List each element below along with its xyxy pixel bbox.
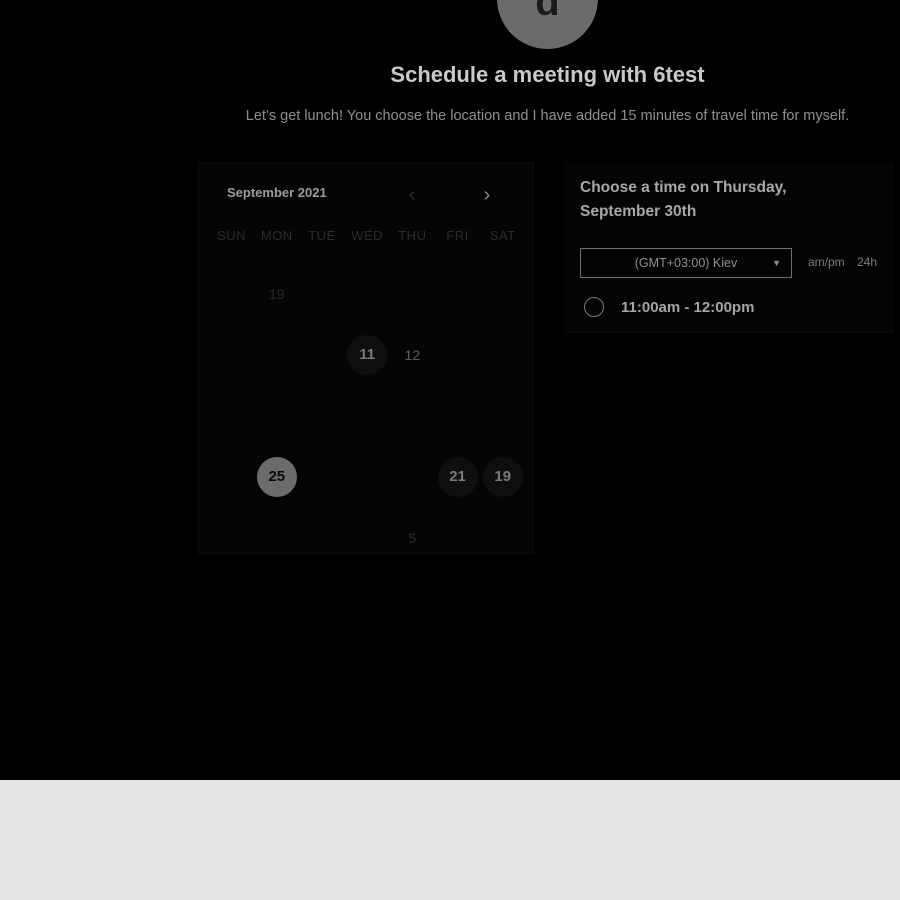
- radio-circle-icon[interactable]: [584, 297, 604, 317]
- weekday-label: TUE: [308, 228, 336, 243]
- calendar-day-available[interactable]: 11: [345, 324, 390, 385]
- timezone-select[interactable]: (GMT+03:00) Kiev ▼: [580, 248, 792, 278]
- calendar-day: [480, 324, 525, 385]
- calendar-day-available[interactable]: 19: [480, 446, 525, 507]
- weekday-label: SUN: [217, 228, 247, 243]
- calendar-day[interactable]: 19: [254, 263, 299, 324]
- calendar-month-label: September 2021: [227, 185, 327, 200]
- calendar-day: [254, 507, 299, 568]
- caret-down-icon: ▼: [772, 258, 781, 268]
- calendar-day: [435, 263, 480, 324]
- time-panel-heading: Choose a time on Thursday, September 30t…: [580, 179, 787, 220]
- calendar-day: [390, 446, 435, 507]
- calendar-day: [480, 385, 525, 446]
- timezone-value: (GMT+03:00) Kiev: [634, 256, 738, 270]
- calendar-day: [345, 385, 390, 446]
- calendar-day: [299, 446, 344, 507]
- host-avatar: d: [497, 0, 598, 49]
- calendar-day: [435, 507, 480, 568]
- calendar-day: [299, 263, 344, 324]
- booking-page: d Schedule a meeting with 6test Let’s ge…: [0, 0, 900, 780]
- time-slot-panel: Choose a time on Thursday, September 30t…: [564, 162, 894, 333]
- next-month-icon[interactable]: ›: [476, 183, 498, 207]
- calendar-day-available[interactable]: 21: [435, 446, 480, 507]
- page-title: Schedule a meeting with 6test: [390, 62, 705, 87]
- weekday-label: THU: [398, 228, 427, 243]
- weekday-label: MON: [260, 228, 293, 243]
- weekday-label: SAT: [489, 228, 516, 243]
- date-picker-calendar: September 2021 ‹ › SUN MON TUE WED THU F…: [198, 162, 534, 554]
- format-ampm-toggle[interactable]: am/pm: [808, 255, 845, 269]
- weekday-label: WED: [351, 228, 384, 243]
- calendar-day: [480, 263, 525, 324]
- calendar-day: [435, 324, 480, 385]
- calendar-day: [480, 507, 525, 568]
- calendar-day: [209, 446, 254, 507]
- previous-month-icon[interactable]: ‹: [401, 183, 423, 207]
- calendar-day-selected[interactable]: 25: [254, 446, 299, 507]
- calendar-day: [345, 507, 390, 568]
- calendar-day: [345, 446, 390, 507]
- calendar-day: [390, 385, 435, 446]
- avatar-initial: d: [535, 0, 560, 24]
- calendar-day: [209, 385, 254, 446]
- calendar-day: [435, 385, 480, 446]
- calendar-day[interactable]: 12: [390, 324, 435, 385]
- calendar-day[interactable]: 5: [390, 507, 435, 568]
- weekday-header: SUN MON TUE WED THU FRI SAT: [209, 228, 525, 243]
- time-slot-option[interactable]: 11:00am - 12:00pm: [584, 295, 754, 319]
- calendar-day: [209, 507, 254, 568]
- calendar-day: [254, 324, 299, 385]
- format-24h-toggle[interactable]: 24h: [857, 255, 877, 269]
- calendar-day: [390, 263, 435, 324]
- time-slot-label: 11:00am - 12:00pm: [621, 298, 755, 316]
- calendar-day-grid: 19 11 12 25 21 19 5: [209, 263, 525, 568]
- calendar-day: [299, 324, 344, 385]
- calendar-day: [299, 385, 344, 446]
- calendar-day: [254, 385, 299, 446]
- calendar-day: [299, 507, 344, 568]
- weekday-label: FRI: [446, 228, 469, 243]
- event-description: Let’s get lunch! You choose the location…: [245, 108, 850, 124]
- calendar-day: [209, 263, 254, 324]
- calendar-day: [209, 324, 254, 385]
- calendar-day: [345, 263, 390, 324]
